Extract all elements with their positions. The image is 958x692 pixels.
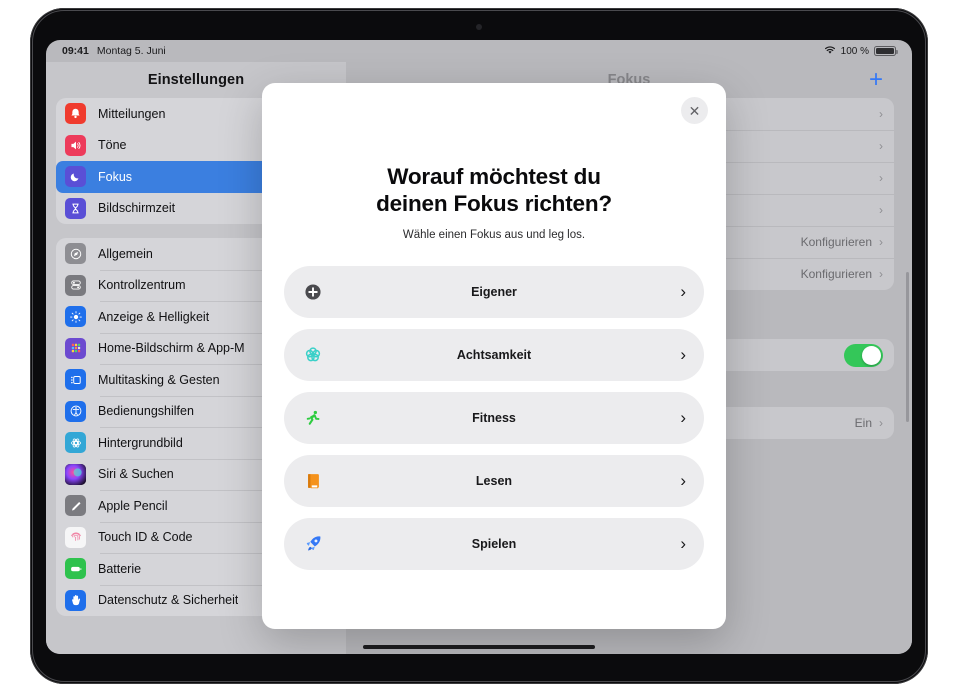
fitness-runner-icon [302,407,324,429]
battery-settings-icon [65,558,86,580]
focus-option-spielen[interactable]: Spielen › [284,517,704,570]
wifi-icon [824,45,836,58]
focus-row-value: Konfigurieren [800,267,872,281]
focus-option-achtsamkeit[interactable]: Achtsamkeit › [284,328,704,381]
front-camera-icon [476,24,482,30]
chevron-right-icon: › [879,415,883,430]
touch-id-icon [65,526,86,548]
multitasking-icon [65,369,86,391]
focus-option-label: Fitness [472,410,516,425]
general-icon [65,243,86,265]
sidebar-item-label: Datenschutz & Sicherheit [98,593,239,608]
sidebar-item-label: Touch ID & Code [98,530,193,545]
modal-header: Worauf möchtest du deinen Fokus richten?… [262,83,726,241]
accessibility-icon [65,400,86,422]
reading-book-icon [302,470,324,492]
focus-option-label: Lesen [475,473,513,488]
sidebar-item-label: Siri & Suchen [98,467,174,482]
modal-title: Worauf möchtest du deinen Fokus richten? [376,164,612,217]
wallpaper-icon [65,432,86,454]
chevron-right-icon: › [879,267,883,281]
chevron-right-icon: › [680,534,686,554]
focus-icon [65,166,86,188]
sidebar-item-label: Bedienungshilfen [98,404,194,419]
sidebar-item-label: Hintergrundbild [98,435,183,450]
sidebar-item-label: Kontrollzentrum [98,278,186,293]
add-focus-button[interactable]: + [864,68,888,92]
apple-pencil-icon [65,495,86,517]
focus-option-label: Achtsamkeit [456,347,532,362]
focus-row-value: Konfigurieren [800,235,872,249]
chevron-right-icon: › [879,107,883,121]
focus-option-label: Eigener [471,284,517,299]
sidebar-item-label: Fokus [98,169,133,184]
plus-circle-icon [302,281,324,303]
chevron-right-icon: › [879,139,883,153]
focus-option-lesen[interactable]: Lesen › [284,454,704,507]
home-indicator [363,645,595,649]
focus-setup-modal: ✕ Worauf möchtest du deinen Fokus richte… [262,83,726,629]
chevron-right-icon: › [680,282,686,302]
sidebar-item-label: Anzeige & Helligkeit [98,309,210,324]
display-brightness-icon [65,306,86,328]
status-bar-left: 09:41 Montag 5. Juni [62,45,166,57]
sidebar-item-label: Batterie [98,561,142,576]
focus-option-label: Spielen [471,536,517,551]
siri-icon [65,463,86,485]
sidebar-item-label: Bildschirmzeit [98,201,176,216]
focus-options-list: Eigener › Achtsamkeit › Fitness › Lesen … [262,265,726,570]
ipad-screen: 09:41 Montag 5. Juni 100 % Einstellungen… [46,40,912,654]
privacy-icon [65,589,86,611]
status-date: Montag 5. Juni [96,45,166,57]
focus-option-eigener[interactable]: Eigener › [284,265,704,318]
sidebar-item-label: Töne [98,138,127,153]
focus-status-toggle[interactable] [844,343,883,367]
home-screen-icon [65,337,86,359]
sidebar-item-label: Mitteilungen [98,106,166,121]
sidebar-item-label: Multitasking & Gesten [98,372,220,387]
detail-scrollbar[interactable] [906,272,909,422]
chevron-right-icon: › [680,471,686,491]
modal-subtitle: Wähle einen Fokus aus und leg los. [402,228,586,241]
status-bar: 09:41 Montag 5. Juni 100 % [46,40,912,62]
notifications-icon [65,103,86,125]
chevron-right-icon: › [879,235,883,249]
sounds-icon [65,134,86,156]
close-icon[interactable]: ✕ [681,97,708,124]
battery-percent-label: 100 % [840,45,869,57]
chevron-right-icon: › [879,171,883,185]
focus-option-fitness[interactable]: Fitness › [284,391,704,444]
gaming-rocket-icon [302,533,324,555]
chevron-right-icon: › [680,345,686,365]
status-time: 09:41 [62,45,89,57]
device-frame: 09:41 Montag 5. Juni 100 % Einstellungen… [30,8,928,684]
battery-icon [874,46,898,56]
mindfulness-icon [302,344,324,366]
control-center-icon [65,274,86,296]
status-bar-right: 100 % [824,45,898,58]
sidebar-item-label: Apple Pencil [98,498,168,513]
sidebar-item-label: Allgemein [98,246,153,261]
sidebar-item-label: Home-Bildschirm & App-M [98,341,245,356]
focus-status-value: Ein [854,415,872,430]
chevron-right-icon: › [879,203,883,217]
screen-time-icon [65,197,86,219]
chevron-right-icon: › [680,408,686,428]
